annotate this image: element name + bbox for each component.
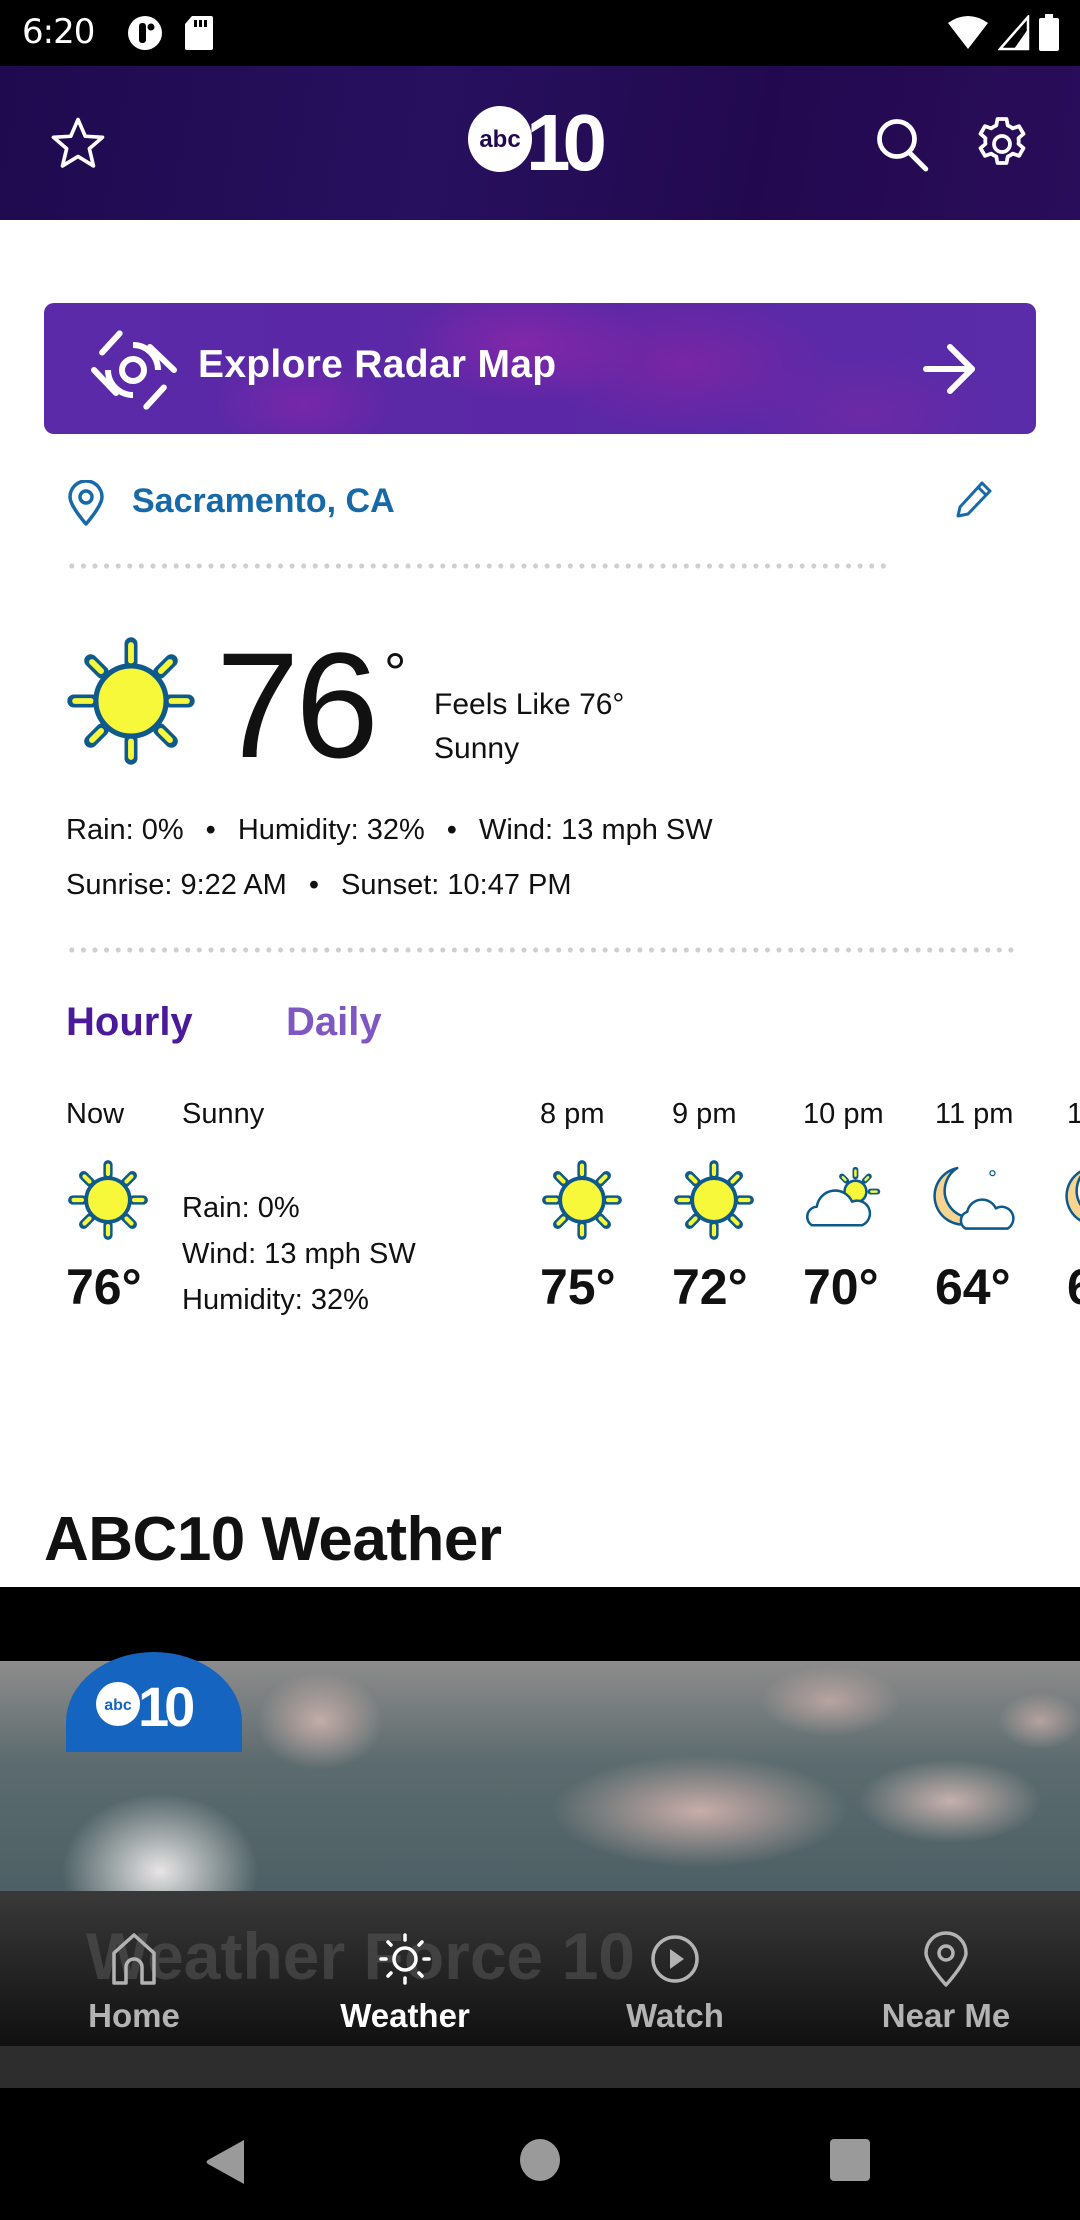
- now-rain: Rain: 0%: [182, 1192, 300, 1224]
- sun-icon: [67, 637, 195, 765]
- feels-like: Feels Like 76°: [434, 688, 625, 721]
- radar-label: Explore Radar Map: [198, 343, 557, 386]
- location-name[interactable]: Sacramento, CA: [132, 482, 395, 521]
- wifi-icon: [948, 16, 988, 49]
- back-icon[interactable]: [204, 2138, 246, 2186]
- search-icon: [877, 119, 929, 172]
- battery-icon: [1039, 14, 1059, 51]
- nav-label: Weather: [340, 1997, 470, 2034]
- settings-button[interactable]: [970, 112, 1034, 176]
- location-pin-icon: [68, 480, 104, 526]
- tab-hourly[interactable]: Hourly: [66, 1000, 193, 1045]
- hour-temp: 70°: [803, 1259, 879, 1315]
- hour-label: 11 pm: [935, 1098, 1014, 1130]
- nav-label: Watch: [626, 1997, 724, 2034]
- nav-label: Home: [88, 1997, 180, 2034]
- home-circle-icon[interactable]: [519, 2138, 561, 2182]
- nav-weather[interactable]: Weather: [305, 1891, 505, 2046]
- rain-stat: Rain: 0%: [66, 814, 184, 846]
- now-condition: Sunny: [182, 1098, 265, 1130]
- sun-outline-icon: [379, 1933, 431, 1985]
- hour-label: 1: [1067, 1098, 1080, 1130]
- tab-daily[interactable]: Daily: [286, 1000, 382, 1045]
- divider: [66, 947, 1016, 953]
- cell-signal-icon: [998, 15, 1030, 51]
- sun-times-line: Sunrise: 9:22 AM • Sunset: 10:47 PM: [66, 869, 572, 902]
- sun-icon: [540, 1158, 624, 1242]
- separator-dot: •: [308, 869, 319, 901]
- hour-label: 8 pm: [540, 1098, 605, 1130]
- nav-near-me[interactable]: Near Me: [846, 1891, 1046, 2046]
- hour-label: 10 pm: [803, 1098, 884, 1130]
- section-title: ABC10 Weather: [44, 1505, 502, 1574]
- app-header: abc 10: [0, 66, 1080, 220]
- sunrise-stat: Sunrise: 9:22 AM: [66, 869, 287, 901]
- partly-cloudy-night-icon: [1064, 1158, 1080, 1242]
- wind-stat: Wind: 13 mph SW: [478, 814, 713, 846]
- home-icon: [112, 1933, 156, 1985]
- nav-label: Near Me: [881, 1997, 1011, 2034]
- logo-number-text: 10: [526, 104, 604, 174]
- hour-temp: 6: [1067, 1258, 1080, 1316]
- notification-dot-icon: [128, 16, 162, 50]
- hour-temp-now: 76°: [66, 1259, 142, 1315]
- separator-dot: •: [205, 814, 216, 846]
- search-button[interactable]: [870, 112, 934, 176]
- divider: [66, 563, 892, 569]
- status-bar: 6:20: [0, 0, 1080, 66]
- status-time: 6:20: [22, 12, 95, 52]
- location-row: Sacramento, CA: [66, 478, 996, 528]
- sunset-stat: Sunset: 10:47 PM: [341, 869, 572, 901]
- now-humidity: Humidity: 32%: [182, 1284, 369, 1316]
- gear-icon: [978, 117, 1026, 165]
- favorites-button[interactable]: [46, 112, 110, 176]
- sd-card-icon: [185, 16, 213, 50]
- play-circle-icon: [651, 1935, 699, 1983]
- nav-watch[interactable]: Watch: [575, 1891, 775, 2046]
- radar-icon: [91, 330, 177, 410]
- location-pin-icon: [924, 1931, 968, 1987]
- abc10-logo: abc 10: [468, 104, 612, 174]
- humidity-stat: Humidity: 32%: [237, 814, 425, 846]
- partly-cloudy-day-icon: [800, 1158, 884, 1242]
- hour-temp: 64°: [935, 1259, 1011, 1315]
- abc10-badge-logo: abc 10: [66, 1652, 242, 1752]
- hour-label-now: Now: [66, 1098, 125, 1130]
- partly-cloudy-night-icon: [932, 1158, 1016, 1242]
- pencil-icon[interactable]: [952, 478, 996, 522]
- recents-icon[interactable]: [829, 2138, 871, 2182]
- hour-temp: 72°: [672, 1259, 748, 1315]
- badge-abc-text: abc: [104, 1697, 132, 1714]
- hour-label: 9 pm: [672, 1098, 737, 1130]
- hour-temp: 75°: [540, 1259, 616, 1315]
- logo-abc-text: abc: [479, 126, 520, 153]
- video-letterbox: [0, 1587, 1080, 1661]
- badge-number-text: 10: [138, 1675, 193, 1738]
- separator-dot: •: [446, 814, 457, 846]
- explore-radar-map-button[interactable]: Explore Radar Map: [44, 303, 1036, 434]
- sun-icon: [672, 1158, 756, 1242]
- system-nav-bar: [0, 2088, 1080, 2220]
- sun-icon: [66, 1158, 150, 1242]
- now-wind: Wind: 13 mph SW: [182, 1238, 416, 1270]
- content-below-nav: [0, 2046, 1080, 2088]
- current-stats-line: Rain: 0% • Humidity: 32% • Wind: 13 mph SW: [66, 814, 713, 847]
- arrow-right-icon: [923, 344, 975, 394]
- degree-symbol: °: [384, 641, 407, 704]
- current-condition: Sunny: [434, 732, 520, 765]
- current-temperature: 76: [216, 621, 379, 789]
- nav-home[interactable]: Home: [34, 1891, 234, 2046]
- star-icon: [51, 117, 105, 168]
